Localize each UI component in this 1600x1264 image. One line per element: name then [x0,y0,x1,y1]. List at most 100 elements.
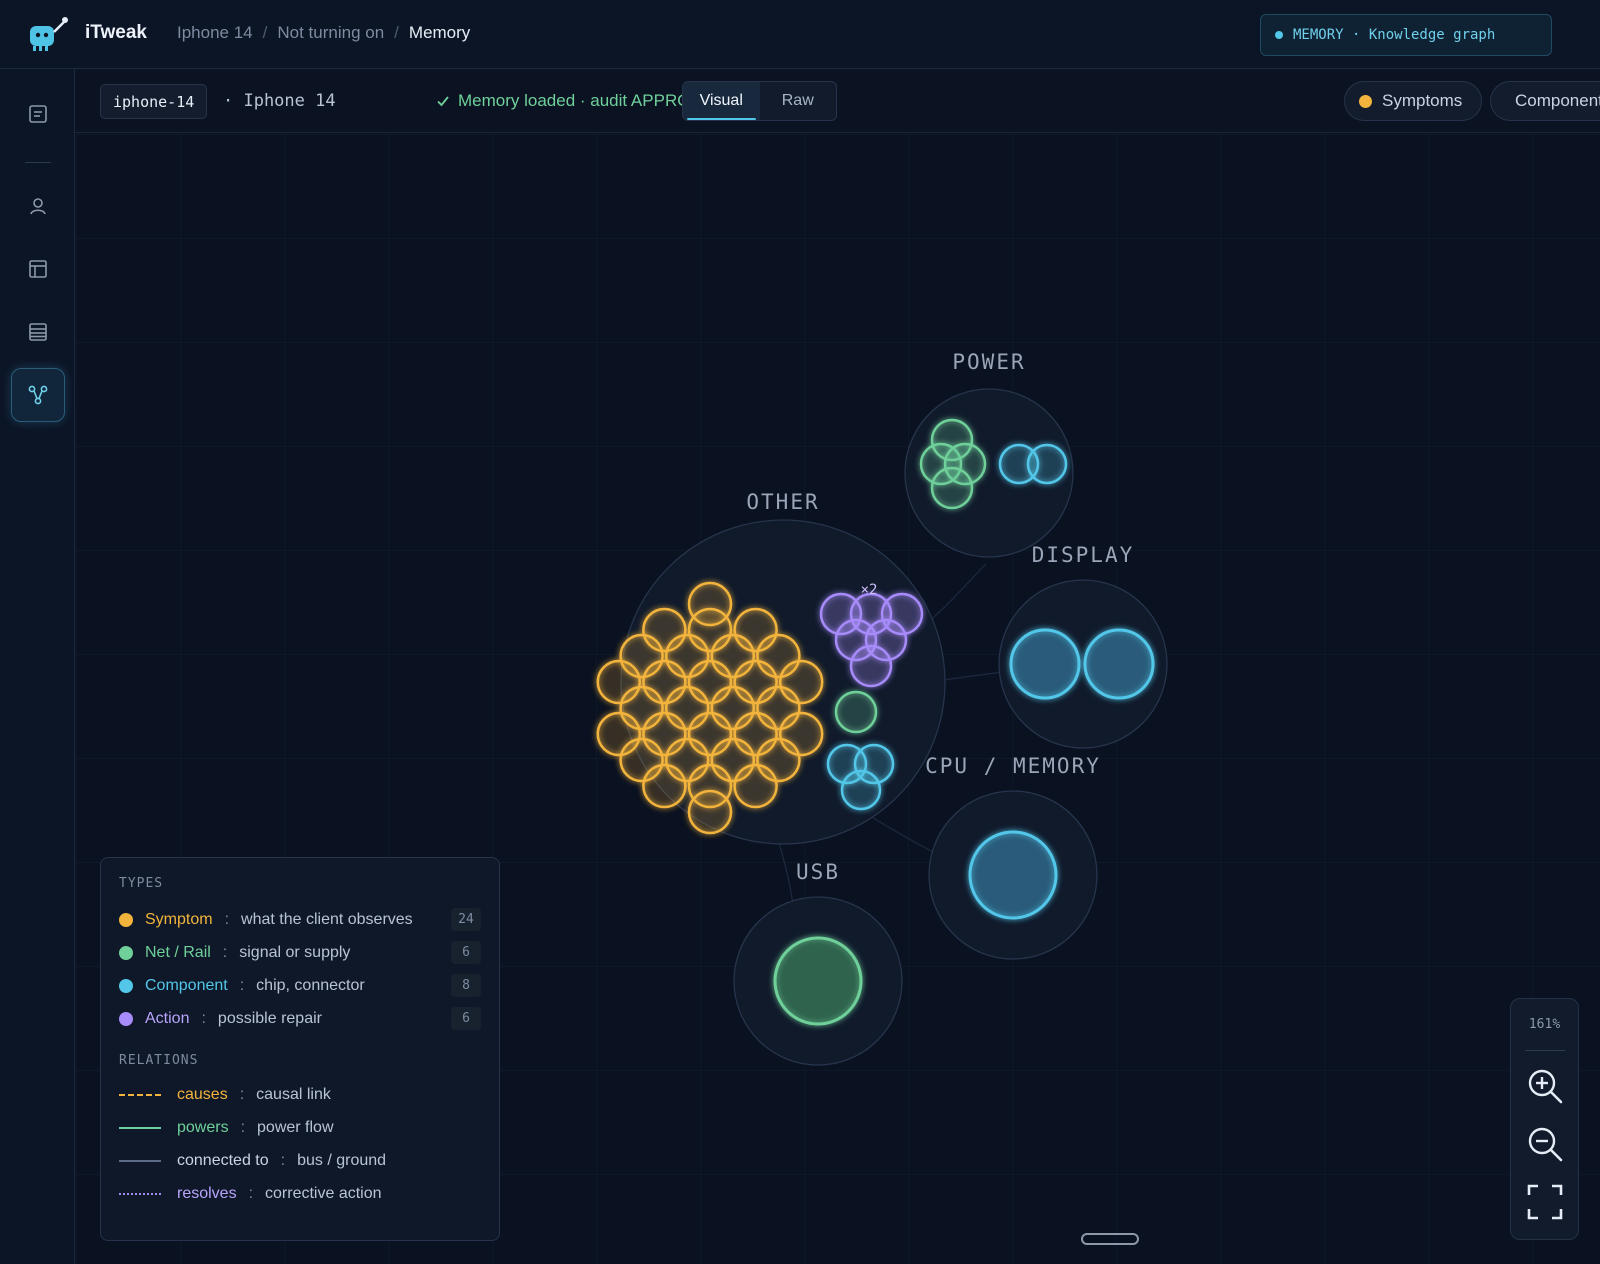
node-component[interactable] [1009,628,1081,700]
sidebar-item-grid[interactable] [11,242,65,296]
grid-icon [29,260,47,278]
legend-type-desc: possible repair [217,1009,322,1027]
breadcrumb-issue[interactable]: Not turning on [277,23,384,43]
net-dot-icon [119,945,133,960]
sidebar-item-person[interactable] [11,179,65,233]
legend-relation-row: powers : power flow [119,1111,481,1144]
sidebar-item-list[interactable] [11,305,65,359]
dashed-line-icon [119,1093,161,1096]
cluster-other[interactable]: OTHER ×2 [596,490,946,845]
node-component[interactable] [968,830,1058,920]
person-icon [30,198,46,215]
symptom-dot-icon [119,912,133,927]
solid-line-icon [119,1159,161,1162]
node-net[interactable] [834,690,878,734]
cluster-label-cpu-memory: CPU / MEMORY [925,754,1101,778]
cluster-usb[interactable]: USB [733,860,903,1066]
legend-relation-desc: bus / ground [297,1151,387,1169]
sidebar [0,69,75,1264]
duplicate-badge: ×2 [861,582,878,598]
legend-type-desc: signal or supply [239,943,351,961]
zoom-out-button[interactable] [1524,1123,1566,1165]
fit-to-screen-button[interactable] [1524,1181,1566,1223]
view-tabs: Visual Raw [682,81,837,121]
cluster-label-display: DISPLAY [1032,543,1135,567]
dotted-line-icon [119,1192,161,1195]
legend-relation-desc: corrective action [265,1184,382,1202]
tab-raw[interactable]: Raw [760,82,837,120]
legend-colon: : [240,1118,246,1136]
node-component[interactable] [840,769,882,811]
legend-relation-row: resolves : corrective action [119,1177,481,1210]
graph-icon [28,385,48,405]
solid-line-icon [119,1126,161,1129]
legend-type-count: 6 [451,1007,481,1030]
filter-components-label: Components [1515,91,1600,110]
sidebar-item-document[interactable] [11,87,65,141]
legend-type-row[interactable]: Component : chip, connector 8 [119,969,481,1002]
filter-symptoms-label: Symptoms [1382,91,1463,110]
zoom-out-icon [1528,1127,1563,1162]
legend-relations-title: RELATIONS [119,1053,199,1068]
legend-type-count: 6 [451,941,481,964]
zoom-divider [1525,1050,1565,1051]
legend-relation-desc: causal link [256,1085,331,1103]
legend-type-count: 24 [451,908,481,931]
legend-type-row[interactable]: Action : possible repair 6 [119,1002,481,1035]
sidebar-item-graph[interactable] [11,368,65,422]
legend-relation-name: powers [177,1118,229,1136]
node-symptom[interactable] [733,763,778,809]
device-name: · Iphone 14 [223,91,336,111]
memory-mode-chip: MEMORY · Knowledge graph [1260,14,1552,56]
filter-components[interactable]: Components [1490,81,1600,121]
node-component[interactable] [1026,443,1068,485]
check-icon [437,96,449,107]
sidebar-divider [25,162,51,163]
fullscreen-icon [1527,1184,1563,1220]
legend-type-row[interactable]: Net / Rail : signal or supply 6 [119,936,481,969]
cluster-label-power: POWER [952,350,1025,374]
legend-colon: : [248,1184,254,1202]
status-dot-icon [1275,31,1283,39]
top-bar: iTweak Iphone 14 / Not turning on / Memo… [0,0,1600,69]
itweak-logo-icon [30,17,68,51]
breadcrumb-separator: / [394,23,399,42]
zoom-in-button[interactable] [1524,1065,1566,1107]
legend-type-count: 8 [451,974,481,997]
legend-colon: : [222,943,228,961]
breadcrumb-device[interactable]: Iphone 14 [177,23,253,43]
node-action[interactable] [849,644,893,688]
graph-legend: TYPES Symptom : what the client observes… [100,857,500,1241]
cluster-display[interactable]: DISPLAY [998,543,1168,749]
cluster-label-usb: USB [796,860,840,884]
legend-colon: : [239,1085,245,1103]
list-icon [29,323,47,341]
legend-type-desc: chip, connector [256,976,365,994]
breadcrumb: Iphone 14 / Not turning on / Memory [177,23,470,43]
device-id-badge: iphone-14 [100,84,208,119]
filter-symptoms[interactable]: Symptoms [1344,81,1482,121]
legend-type-row[interactable]: Symptom : what the client observes 24 [119,903,481,936]
legend-relation-name: connected to [177,1151,269,1169]
node-net[interactable] [773,936,863,1026]
app-title[interactable]: iTweak [85,22,147,44]
cluster-cpu-memory[interactable]: CPU / MEMORY [925,754,1101,960]
legend-relation-row: causes : causal link [119,1078,481,1111]
scroll-handle[interactable] [1081,1233,1139,1245]
graph-toolbar: iphone-14 · Iphone 14 Memory loaded · au… [75,69,1600,133]
node-net[interactable] [930,466,974,510]
zoom-controls: 161% [1510,998,1579,1240]
tab-visual[interactable]: Visual [683,82,760,120]
symptom-dot-icon [1359,94,1372,108]
legend-type-name: Symptom [145,910,213,928]
legend-type-name: Net / Rail [145,943,211,961]
node-component[interactable] [1083,628,1155,700]
legend-type-name: Action [145,1009,190,1027]
cluster-power[interactable]: POWER [904,350,1074,558]
breadcrumb-separator: / [262,23,268,42]
legend-types-title: TYPES [119,876,164,891]
legend-relation-name: resolves [177,1184,237,1202]
node-symptom[interactable] [687,789,733,835]
legend-colon: : [239,976,245,994]
node-symptom[interactable] [642,763,687,809]
